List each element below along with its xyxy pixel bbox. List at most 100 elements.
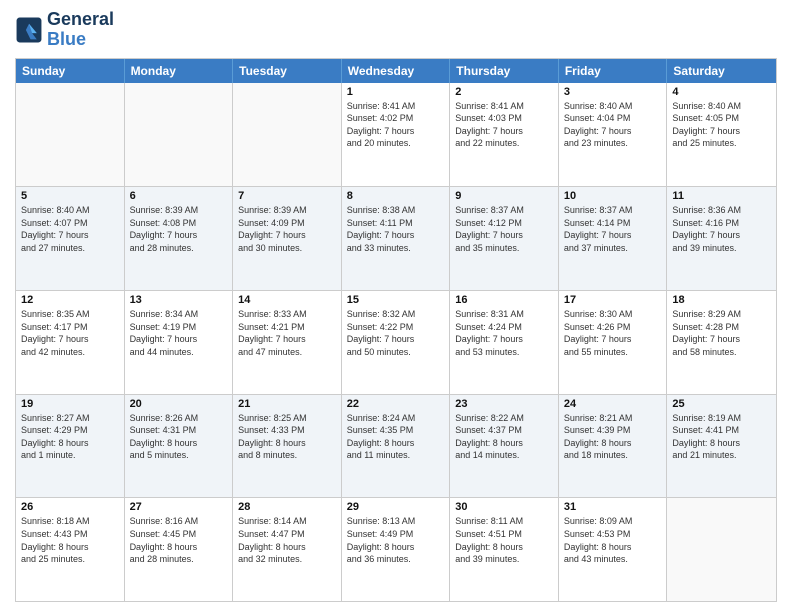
day-number: 8 <box>347 190 445 202</box>
calendar-cell: 10Sunrise: 8:37 AM Sunset: 4:14 PM Dayli… <box>559 187 668 290</box>
cell-info: Sunrise: 8:39 AM Sunset: 4:09 PM Dayligh… <box>238 204 336 254</box>
logo-text-blue: Blue <box>47 30 114 50</box>
day-number: 9 <box>455 190 553 202</box>
calendar-cell: 4 Sunrise: 8:40 AM Sunset: 4:05 PM Daylig… <box>667 83 776 187</box>
cell-info: Sunrise: 8:36 AM Sunset: 4:16 PM Dayligh… <box>672 204 771 254</box>
calendar-cell: 20Sunrise: 8:26 AM Sunset: 4:31 PM Dayli… <box>125 395 234 498</box>
calendar-cell: 26 Sunrise: 8:18 AM Sunset: 4:43 PM Dayli… <box>16 498 125 601</box>
day-number: 11 <box>672 190 771 202</box>
day-number: 5 <box>21 190 119 202</box>
logo-icon <box>15 16 43 44</box>
cell-info: Sunrise: 8:32 AM Sunset: 4:22 PM Dayligh… <box>347 308 445 358</box>
cell-info: Sunrise: 8:39 AM Sunset: 4:08 PM Dayligh… <box>130 204 228 254</box>
day-number: 25 <box>672 398 771 410</box>
calendar-row: 5 Sunrise: 8:40 AM Sunset: 4:07 PM Daylig… <box>16 186 776 290</box>
day-number: 30 <box>455 501 553 513</box>
calendar-cell <box>125 83 234 187</box>
cell-info: Sunrise: 8:35 AM Sunset: 4:17 PM Dayligh… <box>21 308 119 358</box>
cell-info: Sunrise: 8:40 AM Sunset: 4:07 PM Dayligh… <box>21 204 119 254</box>
day-number: 3 <box>564 86 662 98</box>
calendar-cell: 18 Sunrise: 8:29 AM Sunset: 4:28 PM Dayli… <box>667 291 776 394</box>
calendar-header-cell: Sunday <box>16 59 125 83</box>
day-number: 12 <box>21 294 119 306</box>
cell-info: Sunrise: 8:30 AM Sunset: 4:26 PM Dayligh… <box>564 308 662 358</box>
calendar-cell: 9 Sunrise: 8:37 AM Sunset: 4:12 PM Daylig… <box>450 187 559 290</box>
day-number: 16 <box>455 294 553 306</box>
calendar-cell: 3 Sunrise: 8:40 AM Sunset: 4:04 PM Daylig… <box>559 83 668 187</box>
day-number: 2 <box>455 86 553 98</box>
calendar-row: 12 Sunrise: 8:35 AM Sunset: 4:17 PM Dayli… <box>16 290 776 394</box>
calendar-row: 26 Sunrise: 8:18 AM Sunset: 4:43 PM Dayli… <box>16 497 776 601</box>
cell-info: Sunrise: 8:31 AM Sunset: 4:24 PM Dayligh… <box>455 308 553 358</box>
day-number: 28 <box>238 501 336 513</box>
calendar-cell: 7 Sunrise: 8:39 AM Sunset: 4:09 PM Daylig… <box>233 187 342 290</box>
cell-info: Sunrise: 8:09 AM Sunset: 4:53 PM Dayligh… <box>564 515 662 565</box>
day-number: 15 <box>347 294 445 306</box>
cell-info: Sunrise: 8:21 AM Sunset: 4:39 PM Dayligh… <box>564 412 662 462</box>
calendar-cell: 2Sunrise: 8:41 AM Sunset: 4:03 PM Daylig… <box>450 83 559 187</box>
calendar-cell: 8Sunrise: 8:38 AM Sunset: 4:11 PM Daylig… <box>342 187 451 290</box>
logo-text-general: General <box>47 10 114 30</box>
calendar-cell: 17 Sunrise: 8:30 AM Sunset: 4:26 PM Dayli… <box>559 291 668 394</box>
calendar-cell: 14 Sunrise: 8:33 AM Sunset: 4:21 PM Dayli… <box>233 291 342 394</box>
calendar-cell: 21 Sunrise: 8:25 AM Sunset: 4:33 PM Dayli… <box>233 395 342 498</box>
day-number: 4 <box>672 86 771 98</box>
calendar-header-cell: Saturday <box>667 59 776 83</box>
calendar-cell: 5 Sunrise: 8:40 AM Sunset: 4:07 PM Daylig… <box>16 187 125 290</box>
cell-info: Sunrise: 8:16 AM Sunset: 4:45 PM Dayligh… <box>130 515 228 565</box>
day-number: 27 <box>130 501 228 513</box>
cell-info: Sunrise: 8:14 AM Sunset: 4:47 PM Dayligh… <box>238 515 336 565</box>
cell-info: Sunrise: 8:34 AM Sunset: 4:19 PM Dayligh… <box>130 308 228 358</box>
cell-info: Sunrise: 8:11 AM Sunset: 4:51 PM Dayligh… <box>455 515 553 565</box>
day-number: 26 <box>21 501 119 513</box>
cell-info: Sunrise: 8:19 AM Sunset: 4:41 PM Dayligh… <box>672 412 771 462</box>
calendar-header-cell: Wednesday <box>342 59 451 83</box>
day-number: 14 <box>238 294 336 306</box>
calendar-cell: 29 Sunrise: 8:13 AM Sunset: 4:49 PM Dayli… <box>342 498 451 601</box>
calendar-cell: 16 Sunrise: 8:31 AM Sunset: 4:24 PM Dayli… <box>450 291 559 394</box>
day-number: 17 <box>564 294 662 306</box>
calendar-header-cell: Thursday <box>450 59 559 83</box>
cell-info: Sunrise: 8:26 AM Sunset: 4:31 PM Dayligh… <box>130 412 228 462</box>
day-number: 18 <box>672 294 771 306</box>
cell-info: Sunrise: 8:37 AM Sunset: 4:14 PM Dayligh… <box>564 204 662 254</box>
day-number: 21 <box>238 398 336 410</box>
cell-info: Sunrise: 8:27 AM Sunset: 4:29 PM Dayligh… <box>21 412 119 462</box>
calendar-cell: 27 Sunrise: 8:16 AM Sunset: 4:45 PM Dayli… <box>125 498 234 601</box>
calendar-cell: 24 Sunrise: 8:21 AM Sunset: 4:39 PM Dayli… <box>559 395 668 498</box>
calendar-cell <box>233 83 342 187</box>
day-number: 1 <box>347 86 445 98</box>
cell-info: Sunrise: 8:40 AM Sunset: 4:04 PM Dayligh… <box>564 100 662 150</box>
calendar-cell: 13Sunrise: 8:34 AM Sunset: 4:19 PM Dayli… <box>125 291 234 394</box>
calendar-header-row: SundayMondayTuesdayWednesdayThursdayFrid… <box>16 59 776 83</box>
calendar-header-cell: Tuesday <box>233 59 342 83</box>
cell-info: Sunrise: 8:41 AM Sunset: 4:02 PM Dayligh… <box>347 100 445 150</box>
calendar-header-cell: Monday <box>125 59 234 83</box>
calendar-row: 19Sunrise: 8:27 AM Sunset: 4:29 PM Dayli… <box>16 394 776 498</box>
cell-info: Sunrise: 8:37 AM Sunset: 4:12 PM Dayligh… <box>455 204 553 254</box>
calendar-cell: 23Sunrise: 8:22 AM Sunset: 4:37 PM Dayli… <box>450 395 559 498</box>
cell-info: Sunrise: 8:24 AM Sunset: 4:35 PM Dayligh… <box>347 412 445 462</box>
cell-info: Sunrise: 8:40 AM Sunset: 4:05 PM Dayligh… <box>672 100 771 150</box>
cell-info: Sunrise: 8:13 AM Sunset: 4:49 PM Dayligh… <box>347 515 445 565</box>
calendar-cell: 1 Sunrise: 8:41 AM Sunset: 4:02 PM Daylig… <box>342 83 451 187</box>
cell-info: Sunrise: 8:33 AM Sunset: 4:21 PM Dayligh… <box>238 308 336 358</box>
cell-info: Sunrise: 8:25 AM Sunset: 4:33 PM Dayligh… <box>238 412 336 462</box>
day-number: 6 <box>130 190 228 202</box>
calendar-row: 1 Sunrise: 8:41 AM Sunset: 4:02 PM Daylig… <box>16 83 776 187</box>
calendar-cell: 12 Sunrise: 8:35 AM Sunset: 4:17 PM Dayli… <box>16 291 125 394</box>
day-number: 23 <box>455 398 553 410</box>
day-number: 29 <box>347 501 445 513</box>
calendar-cell: 15 Sunrise: 8:32 AM Sunset: 4:22 PM Dayli… <box>342 291 451 394</box>
cell-info: Sunrise: 8:18 AM Sunset: 4:43 PM Dayligh… <box>21 515 119 565</box>
calendar-cell <box>16 83 125 187</box>
calendar-body: 1 Sunrise: 8:41 AM Sunset: 4:02 PM Daylig… <box>16 83 776 601</box>
day-number: 7 <box>238 190 336 202</box>
calendar-cell: 30 Sunrise: 8:11 AM Sunset: 4:51 PM Dayli… <box>450 498 559 601</box>
calendar-cell: 19Sunrise: 8:27 AM Sunset: 4:29 PM Dayli… <box>16 395 125 498</box>
cell-info: Sunrise: 8:29 AM Sunset: 4:28 PM Dayligh… <box>672 308 771 358</box>
day-number: 24 <box>564 398 662 410</box>
calendar-header-cell: Friday <box>559 59 668 83</box>
calendar-cell: 6 Sunrise: 8:39 AM Sunset: 4:08 PM Daylig… <box>125 187 234 290</box>
calendar-cell: 25 Sunrise: 8:19 AM Sunset: 4:41 PM Dayli… <box>667 395 776 498</box>
